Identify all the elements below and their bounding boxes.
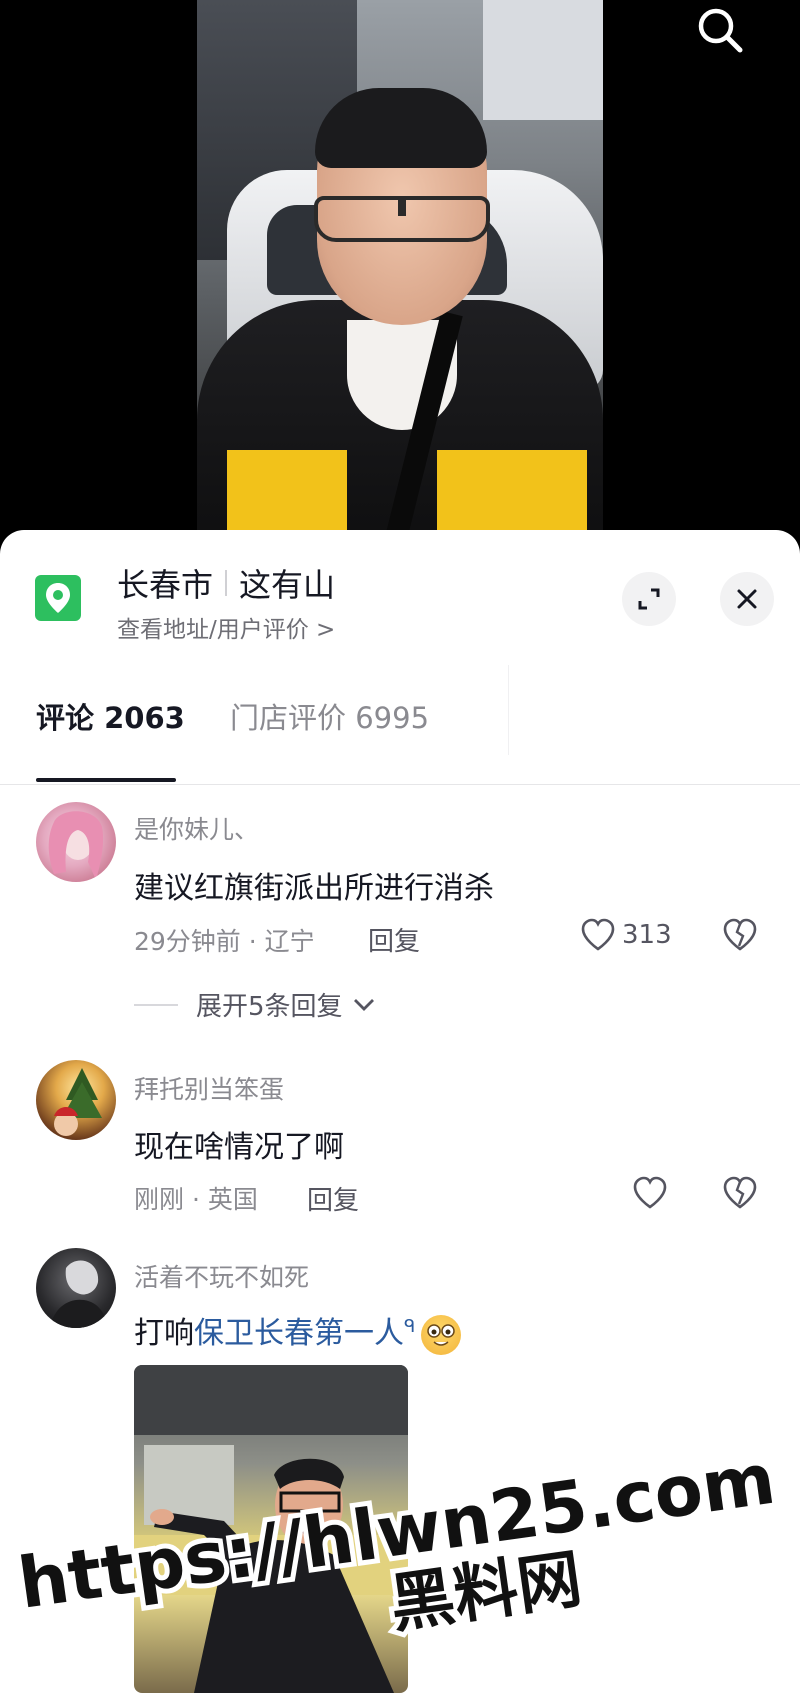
dislike-button[interactable] [722,1176,758,1214]
avatar[interactable] [36,802,116,882]
close-icon [737,589,757,609]
expand-replies-label: 展开5条回复 [196,992,343,1022]
expand-replies-button[interactable]: 展开5条回复 [134,986,377,1023]
active-tab-indicator [36,778,176,782]
comment-image[interactable] [134,1365,408,1693]
like-button[interactable] [632,1176,668,1210]
video-person-hair [315,88,487,168]
location-title[interactable]: 长春市 这有山 [117,560,335,606]
location-header[interactable]: 长春市 这有山 查看地址/用户评价 > [0,530,800,650]
reply-button[interactable]: 回复 [307,1180,359,1217]
broken-heart-icon [723,1176,757,1209]
video-jacket-print-left [227,450,347,540]
comment-username[interactable]: 活着不玩不如死 [134,1258,309,1294]
location-pin-icon [35,575,81,621]
location-place: 这有山 [239,566,336,604]
tab-comments[interactable]: 评论 2063 [36,695,185,737]
comment-text: 现在啥情况了啊 [134,1130,344,1165]
video-background-sky [483,0,603,120]
search-button[interactable] [690,0,750,60]
video-jacket-print-right [437,450,587,540]
expand-button[interactable] [622,572,676,626]
heart-icon [581,918,615,951]
avatar[interactable] [36,1248,116,1328]
comment-text: 建议红旗街派出所进行消杀 [134,871,494,906]
tab-divider [508,665,509,755]
comment-text: 打响保卫长春第一人ᑫ [134,1308,462,1355]
comment-meta: 刚刚 · 英国 [134,1185,258,1214]
emoji-face-icon [421,1314,462,1355]
search-keyword-link[interactable]: 保卫长春第一人 [194,1316,404,1351]
expand-icon [638,588,660,610]
tab-bar: 评论 2063 门店评价 6995 [0,665,800,785]
avatar[interactable] [36,1060,116,1140]
like-button[interactable]: 313 [580,918,672,952]
comment-meta: 29分钟前 · 辽宁 [134,927,315,956]
video-player[interactable] [0,0,800,540]
close-button[interactable] [720,572,774,626]
location-subtitle-link[interactable]: 查看地址/用户评价 > [117,610,335,644]
broken-heart-icon [723,918,757,951]
video-frame[interactable] [197,0,603,540]
reply-button[interactable]: 回复 [368,921,420,958]
title-separator [225,570,228,596]
comment-text-prefix: 打响 [134,1316,194,1351]
dislike-button[interactable] [722,918,758,956]
expand-replies-line [134,1003,178,1006]
comment-username[interactable]: 拜托别当笨蛋 [134,1070,284,1106]
heart-icon [633,1176,667,1209]
video-person-glasses [314,196,490,242]
search-icon [698,8,743,53]
chevron-down-icon [353,998,374,1011]
location-city: 长春市 [117,566,214,604]
like-count: 313 [622,920,672,950]
comment-username[interactable]: 是你妹儿、 [134,810,259,846]
tab-store-reviews[interactable]: 门店评价 6995 [230,695,429,737]
search-keyword-icon[interactable]: ᑫ [404,1316,415,1337]
